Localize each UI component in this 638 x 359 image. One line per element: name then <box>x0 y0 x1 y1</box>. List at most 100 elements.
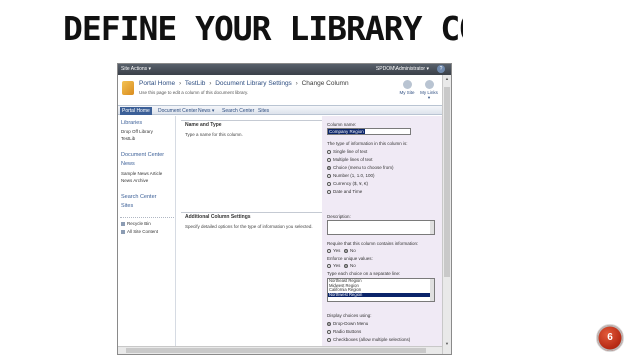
name-type-description: Type a name for this column. <box>185 132 243 137</box>
radio-selected-icon <box>344 263 348 268</box>
type-option-single-line[interactable]: Single line of text <box>327 149 367 154</box>
description-textarea[interactable] <box>327 220 435 235</box>
breadcrumb: Portal Home › TestLib › Document Library… <box>139 80 349 87</box>
recycle-bin-label: Recycle Bin <box>127 221 151 226</box>
user-menu[interactable]: SPDOM\Administrator ▾ <box>376 66 429 72</box>
radio-icon <box>327 329 331 334</box>
vertical-scrollbar[interactable]: ▲ ▼ <box>442 75 451 354</box>
type-option-number[interactable]: Number (1, 1.0, 100) <box>327 173 375 178</box>
type-option-label: Choice (menu to choose from) <box>333 165 394 170</box>
display-choices-label: Display choices using: <box>327 313 372 318</box>
tab-search-center[interactable]: Search Center <box>222 107 254 115</box>
radio-icon <box>327 337 331 342</box>
nav-all-site-content[interactable]: All Site Content <box>121 229 158 234</box>
site-actions-menu[interactable]: Site Actions ▾ <box>121 66 151 72</box>
tab-portal-home[interactable]: Portal Home <box>120 107 152 115</box>
radio-icon <box>327 149 331 154</box>
unique-yes-radio[interactable]: Yes <box>327 263 340 268</box>
choices-textarea[interactable]: Northeast Region Midwest Region Californ… <box>327 278 435 302</box>
display-radio-buttons-radio[interactable]: Radio Buttons <box>327 329 361 334</box>
radio-selected-icon <box>327 321 331 326</box>
recycle-bin-icon <box>121 221 125 226</box>
quick-launch: Libraries Drop Off Library TestLib Docum… <box>118 116 176 354</box>
display-dropdown-radio[interactable]: Drop-Down Menu <box>327 321 368 326</box>
top-bar: Site Actions ▾ SPDOM\Administrator ▾ ? <box>118 64 451 75</box>
scroll-down-icon[interactable]: ▼ <box>444 341 450 347</box>
radio-selected-icon <box>344 248 348 253</box>
tab-sites[interactable]: Sites <box>258 107 269 115</box>
additional-settings-heading: Additional Column Settings <box>185 214 251 220</box>
radio-icon <box>327 189 331 194</box>
scroll-thumb[interactable] <box>444 87 450 277</box>
textarea-scrollbar[interactable] <box>430 221 434 234</box>
choices-scrollbar[interactable] <box>430 279 434 301</box>
type-option-date-time[interactable]: Date and Time <box>327 189 362 194</box>
additional-settings-description: Specify detailed options for the type of… <box>185 224 313 229</box>
page-number-badge: 6 <box>596 324 624 352</box>
display-option-label: Radio Buttons <box>333 329 362 334</box>
radio-icon <box>327 263 331 268</box>
display-checkboxes-radio[interactable]: Checkboxes (allow multiple selections) <box>327 337 410 342</box>
site-logo-icon <box>122 81 134 95</box>
radio-selected-icon <box>327 165 331 170</box>
horizontal-scrollbar[interactable] <box>118 346 442 354</box>
nav-recycle-bin[interactable]: Recycle Bin <box>121 221 151 226</box>
choices-label: Type each choice on a separate line: <box>327 271 401 276</box>
page-subtitle: Use this page to edit a column of this d… <box>139 90 249 95</box>
breadcrumb-portal-home[interactable]: Portal Home <box>139 80 175 87</box>
name-type-heading: Name and Type <box>185 122 222 128</box>
unique-no-radio[interactable]: No <box>344 263 356 268</box>
no-label: No <box>350 248 356 253</box>
breadcrumb-testlib[interactable]: TestLib <box>185 80 206 87</box>
radio-icon <box>327 248 331 253</box>
page-header: Portal Home › TestLib › Document Library… <box>118 75 451 105</box>
require-label: Require that this column contains inform… <box>327 241 419 246</box>
type-option-multiple-lines[interactable]: Multiple lines of text <box>327 157 373 162</box>
column-settings-form: Column name: Company Region The type of … <box>322 116 442 354</box>
column-name-value: Company Region <box>328 129 365 134</box>
display-option-label: Drop-Down Menu <box>333 321 369 326</box>
nav-drop-off-library[interactable]: Drop Off Library <box>121 129 153 134</box>
divider <box>120 217 174 218</box>
column-name-label: Column name: <box>327 122 357 127</box>
type-option-label: Date and Time <box>333 189 363 194</box>
my-links-icon <box>424 80 434 89</box>
type-option-choice[interactable]: Choice (menu to choose from) <box>327 165 394 170</box>
tab-document-center[interactable]: Document Center <box>158 107 197 115</box>
hscroll-thumb[interactable] <box>126 348 426 353</box>
sharepoint-screenshot: Site Actions ▾ SPDOM\Administrator ▾ ? P… <box>117 63 452 355</box>
breadcrumb-separator: › <box>178 80 182 87</box>
breadcrumb-library-settings[interactable]: Document Library Settings <box>215 80 292 87</box>
my-site-icon <box>402 80 412 89</box>
nav-document-center-heading[interactable]: Document Center <box>121 152 164 158</box>
yes-label: Yes <box>333 263 341 268</box>
scroll-up-icon[interactable]: ▲ <box>444 76 450 82</box>
radio-icon <box>327 181 331 186</box>
breadcrumb-separator: › <box>209 80 212 87</box>
my-links-button[interactable]: My Links ▾ <box>419 80 439 101</box>
require-no-radio[interactable]: No <box>344 248 356 253</box>
column-name-input[interactable]: Company Region <box>327 128 411 135</box>
nav-sample-news-article[interactable]: Sample News Article <box>121 171 162 176</box>
type-option-label: Number (1, 1.0, 100) <box>333 173 375 178</box>
nav-news-archive[interactable]: News Archive <box>121 178 148 183</box>
no-label: No <box>350 263 356 268</box>
require-yes-radio[interactable]: Yes <box>327 248 340 253</box>
settings-descriptions: Name and Type Type a name for this colum… <box>177 116 443 354</box>
help-icon[interactable]: ? <box>437 65 445 73</box>
nav-search-center-heading[interactable]: Search Center <box>121 194 156 200</box>
display-option-label: Checkboxes (allow multiple selections) <box>333 337 411 342</box>
tab-news[interactable]: News ▾ <box>198 107 214 115</box>
type-option-currency[interactable]: Currency ($, ¥, €) <box>327 181 368 186</box>
enforce-unique-label: Enforce unique values: <box>327 256 373 261</box>
nav-testlib[interactable]: TestLib <box>121 136 135 141</box>
nav-news-heading[interactable]: News <box>121 161 135 167</box>
nav-sites-heading[interactable]: Sites <box>121 203 133 209</box>
top-nav: Portal Home Document Center News ▾ Searc… <box>118 105 451 115</box>
nav-libraries-heading[interactable]: Libraries <box>121 120 142 126</box>
choice-line: Northwest Region <box>328 292 434 298</box>
description-label: Description: <box>327 214 351 219</box>
my-site-button[interactable]: My Site <box>397 80 417 95</box>
type-option-label: Single line of text <box>333 149 368 154</box>
my-site-label: My Site <box>399 90 415 95</box>
